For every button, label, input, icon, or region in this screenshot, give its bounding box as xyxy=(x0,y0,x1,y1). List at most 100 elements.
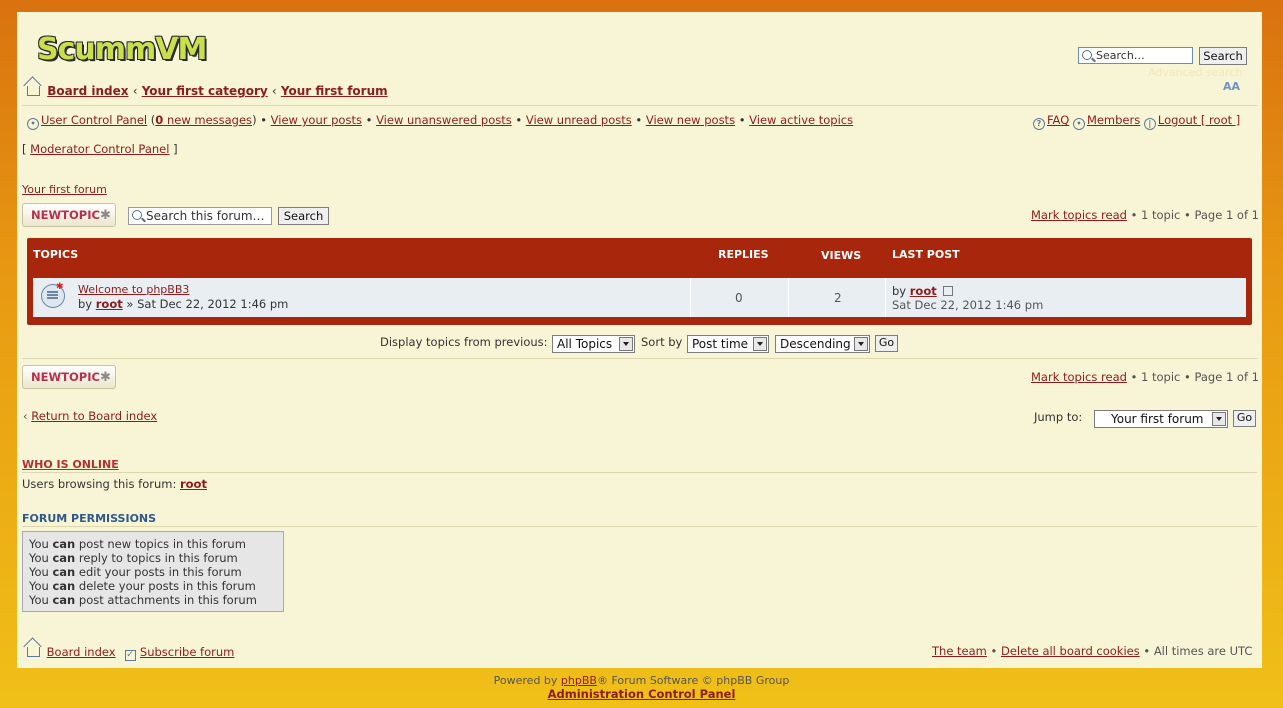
divider xyxy=(22,526,1257,527)
footer-nav-right: The team • Delete all board cookies • Al… xyxy=(932,644,1253,658)
view-unanswered-link[interactable]: View unanswered posts xyxy=(376,113,512,127)
view-new-posts-link[interactable]: View new posts xyxy=(646,113,735,127)
mark-topics-read-link-bottom[interactable]: Mark topics read xyxy=(1031,370,1127,384)
user-icon: • xyxy=(27,118,39,130)
online-user-link[interactable]: root xyxy=(180,477,207,491)
divider xyxy=(885,278,886,317)
divider xyxy=(22,358,1257,359)
who-is-online-title[interactable]: WHO IS ONLINE xyxy=(22,458,119,471)
copyright: Powered by phpBB® Forum Software © phpBB… xyxy=(493,674,790,687)
forum-search-input[interactable]: Search this forum… xyxy=(128,207,272,225)
breadcrumb-forum[interactable]: Your first forum xyxy=(281,84,388,98)
new-topic-button[interactable]: NEWTOPIC✱ xyxy=(22,203,116,227)
header-views: VIEWS xyxy=(821,249,862,262)
new-topic-button-bottom[interactable]: NEWTOPIC✱ xyxy=(22,365,116,389)
site-logo[interactable]: ScummVM xyxy=(37,32,207,67)
search-icon xyxy=(1082,50,1092,60)
return-wrapper: ‹ Return to Board index xyxy=(23,409,157,423)
mark-topics-read-link[interactable]: Mark topics read xyxy=(1031,208,1127,222)
pagination-bottom: Mark topics read • 1 topic • Page 1 of 1 xyxy=(1031,370,1259,384)
topics-table: TOPICS REPLIES VIEWS LAST POST Welcome t… xyxy=(27,238,1252,325)
forum-permissions-title: FORUM PERMISSIONS xyxy=(22,512,157,525)
faq-link[interactable]: FAQ xyxy=(1047,113,1069,127)
search-icon xyxy=(132,210,142,220)
subscribe-forum-link[interactable]: Subscribe forum xyxy=(140,645,234,659)
breadcrumb: Board index ‹ Your first category ‹ Your… xyxy=(27,84,388,98)
divider xyxy=(690,278,691,317)
search-button[interactable]: Search xyxy=(1199,47,1247,65)
jump-to-select[interactable]: Your first forum xyxy=(1094,410,1228,428)
jump-to-label: Jump to: xyxy=(1034,410,1083,424)
footer-nav-left: Board index ✓ Subscribe forum xyxy=(27,645,234,661)
footer-board-index-link[interactable]: Board index xyxy=(47,645,116,659)
pagination-top: Mark topics read • 1 topic • Page 1 of 1 xyxy=(1031,208,1259,222)
power-icon: | xyxy=(1143,118,1156,130)
topic-author-link[interactable]: root xyxy=(96,297,123,311)
forum-search-button[interactable]: Search xyxy=(278,207,329,225)
divider xyxy=(22,105,1257,106)
divider xyxy=(788,278,789,317)
topic-meta: by root » Sat Dec 22, 2012 1:46 pm xyxy=(78,297,289,311)
list-item: You can post attachments in this forum xyxy=(29,593,257,607)
user-navbar: • User Control Panel (0 new messages) • V… xyxy=(27,113,853,130)
header-replies: REPLIES xyxy=(718,248,769,261)
new-messages-link[interactable]: 0 new messages xyxy=(155,113,252,127)
chevron-down-icon xyxy=(619,337,633,351)
chevron-down-icon xyxy=(1212,412,1226,426)
sort-order-select[interactable]: Descending xyxy=(775,335,870,353)
who-is-online-text: Users browsing this forum: root xyxy=(22,477,207,491)
header-topics: TOPICS xyxy=(33,248,79,261)
list-item: You can reply to topics in this forum xyxy=(29,551,238,565)
permissions-list: You can post new topics in this forum Yo… xyxy=(22,531,284,612)
sort-by-select[interactable]: Post time xyxy=(687,335,769,353)
acp-wrapper: Administration Control Panel xyxy=(0,687,1283,701)
chevron-down-icon xyxy=(854,337,868,351)
user-navbar-right: ? FAQ • Members | Logout [ root ] xyxy=(1033,113,1240,130)
list-item: You can delete your posts in this forum xyxy=(29,579,256,593)
font-size-toggle[interactable]: AA xyxy=(1223,80,1240,93)
search-input[interactable]: Search… xyxy=(1078,47,1193,64)
return-to-board-link[interactable]: Return to Board index xyxy=(31,409,157,423)
faq-icon: ? xyxy=(1033,118,1045,130)
last-post-author-link[interactable]: root xyxy=(910,284,937,298)
topic-title-link[interactable]: Welcome to phpBB3 xyxy=(78,283,189,296)
views-count: 2 xyxy=(834,291,842,305)
chevron-left-icon: ‹ xyxy=(23,409,28,423)
divider xyxy=(22,472,1257,473)
chevron-down-icon xyxy=(753,337,767,351)
list-item: You can post new topics in this forum xyxy=(29,537,246,551)
home-icon xyxy=(27,647,40,657)
forum-title-link[interactable]: Your first forum xyxy=(22,183,107,196)
display-topics-label: Display topics from previous: xyxy=(380,335,548,349)
the-team-link[interactable]: The team xyxy=(932,644,987,658)
delete-cookies-link[interactable]: Delete all board cookies xyxy=(1001,644,1140,658)
jump-go-button[interactable]: Go xyxy=(1233,410,1256,427)
breadcrumb-category[interactable]: Your first category xyxy=(142,84,268,98)
breadcrumb-board-index[interactable]: Board index xyxy=(47,84,128,98)
ucp-link[interactable]: User Control Panel xyxy=(41,113,147,127)
topic-unread-icon xyxy=(41,282,65,308)
view-your-posts-link[interactable]: View your posts xyxy=(271,113,362,127)
view-latest-post-icon[interactable] xyxy=(943,286,954,296)
advanced-search-link[interactable]: Advanced search xyxy=(1148,66,1242,79)
header-last-post: LAST POST xyxy=(892,248,960,261)
filters-go-button[interactable]: Go xyxy=(875,335,898,352)
phpbb-link[interactable]: phpBB xyxy=(561,674,597,687)
list-item: You can edit your posts in this forum xyxy=(29,565,242,579)
mcp-wrapper: [ Moderator Control Panel ] xyxy=(22,142,178,156)
view-unread-link[interactable]: View unread posts xyxy=(526,113,632,127)
mcp-link[interactable]: Moderator Control Panel xyxy=(30,142,169,156)
table-row[interactable]: Welcome to phpBB3 by root » Sat Dec 22, … xyxy=(33,278,1246,317)
page-wrapper: ScummVM Search… Search Advanced search A… xyxy=(17,12,1262,668)
acp-link[interactable]: Administration Control Panel xyxy=(548,687,736,701)
star-icon: ✱ xyxy=(99,370,111,385)
checkbox-icon: ✓ xyxy=(125,650,137,661)
replies-count: 0 xyxy=(735,291,743,305)
last-post-info: by root Sat Dec 22, 2012 1:46 pm xyxy=(892,284,1044,312)
view-active-topics-link[interactable]: View active topics xyxy=(749,113,853,127)
sort-by-label: Sort by xyxy=(641,335,683,349)
members-icon: • xyxy=(1072,118,1085,130)
logout-link[interactable]: Logout [ root ] xyxy=(1158,113,1240,127)
members-link[interactable]: Members xyxy=(1087,113,1140,127)
display-topics-select[interactable]: All Topics xyxy=(552,335,635,353)
